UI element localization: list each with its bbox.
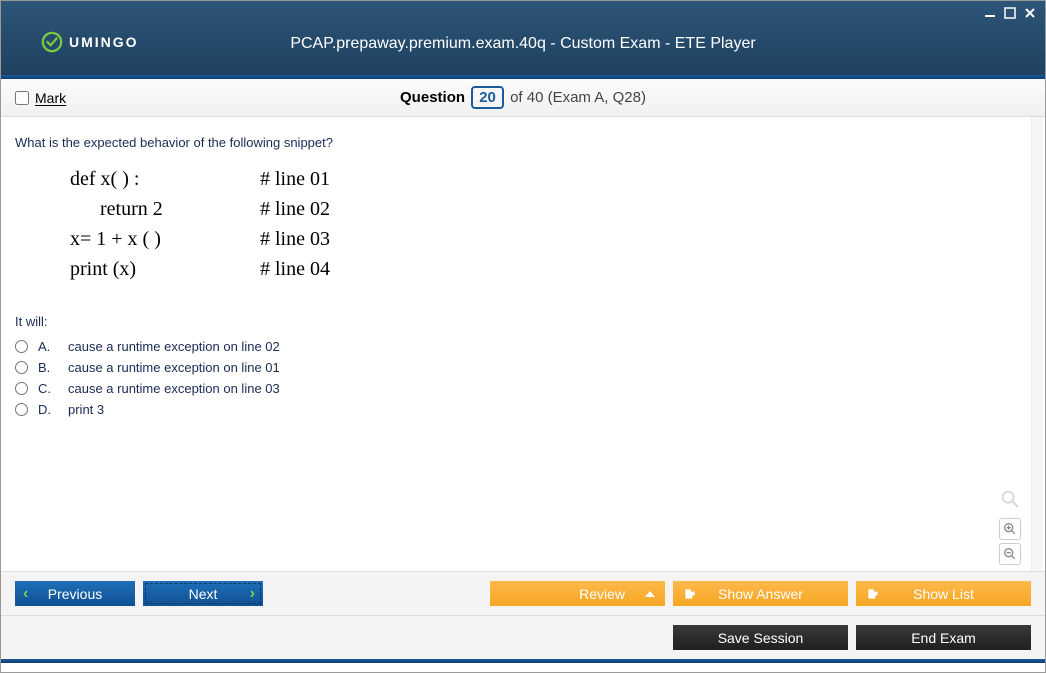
option-a[interactable]: A. cause a runtime exception on line 02 [15, 339, 1031, 354]
option-radio[interactable] [15, 382, 28, 395]
answer-options: A. cause a runtime exception on line 02 … [15, 339, 1031, 417]
show-list-label: Show List [913, 586, 974, 602]
code-line: print (x) [70, 254, 260, 284]
mark-checkbox-input[interactable] [15, 91, 29, 105]
show-list-button[interactable]: Show List [856, 581, 1031, 606]
option-radio[interactable] [15, 361, 28, 374]
it-will-label: It will: [15, 314, 1031, 329]
window-title: PCAP.prepaway.premium.exam.40q - Custom … [1, 35, 1045, 53]
nav-bar: ‹ Previous Next › Review Show Answer Sho… [1, 571, 1045, 615]
code-line: return 2 [70, 194, 260, 224]
show-answer-button[interactable]: Show Answer [673, 581, 848, 606]
mark-checkbox[interactable]: Mark [15, 90, 66, 106]
zoom-in-button[interactable] [999, 518, 1021, 540]
review-button[interactable]: Review [490, 581, 665, 606]
previous-button[interactable]: ‹ Previous [15, 581, 135, 606]
next-button[interactable]: Next › [143, 581, 263, 606]
option-radio[interactable] [15, 403, 28, 416]
question-prompt: What is the expected behavior of the fol… [15, 135, 1031, 150]
previous-label: Previous [48, 586, 102, 602]
title-bar: UMINGO PCAP.prepaway.premium.exam.40q - … [1, 1, 1045, 75]
review-label: Review [579, 586, 625, 602]
option-letter: B. [38, 360, 58, 375]
minimize-icon[interactable] [981, 5, 999, 21]
code-snippet: def x( ) :# line 01 return 2# line 02 x=… [70, 164, 1031, 284]
option-letter: C. [38, 381, 58, 396]
show-answer-label: Show Answer [718, 586, 803, 602]
end-exam-button[interactable]: End Exam [856, 625, 1031, 650]
close-icon[interactable] [1021, 5, 1039, 21]
scrollbar[interactable] [1031, 117, 1043, 571]
question-total: of 40 (Exam A, Q28) [510, 89, 646, 106]
bottom-accent-strip [1, 659, 1045, 663]
option-text: print 3 [68, 402, 104, 417]
zoom-controls [999, 488, 1021, 565]
code-line: x= 1 + x ( ) [70, 224, 260, 254]
option-d[interactable]: D. print 3 [15, 402, 1031, 417]
window-controls [981, 5, 1039, 21]
code-comment: # line 03 [260, 224, 330, 254]
option-b[interactable]: B. cause a runtime exception on line 01 [15, 360, 1031, 375]
save-session-button[interactable]: Save Session [673, 625, 848, 650]
maximize-icon[interactable] [1001, 5, 1019, 21]
next-label: Next [189, 586, 218, 602]
question-bar: Mark Question 20 of 40 (Exam A, Q28) [1, 79, 1045, 117]
option-letter: A. [38, 339, 58, 354]
triangle-up-icon [645, 591, 655, 597]
code-comment: # line 01 [260, 164, 330, 194]
option-letter: D. [38, 402, 58, 417]
question-number-input[interactable]: 20 [471, 86, 504, 109]
zoom-out-button[interactable] [999, 543, 1021, 565]
puzzle-icon [866, 587, 880, 601]
content-area: What is the expected behavior of the fol… [1, 117, 1045, 571]
option-text: cause a runtime exception on line 02 [68, 339, 280, 354]
chevron-right-icon: › [250, 585, 255, 603]
puzzle-icon [683, 587, 697, 601]
option-c[interactable]: C. cause a runtime exception on line 03 [15, 381, 1031, 396]
mark-label: Mark [35, 90, 66, 106]
code-comment: # line 04 [260, 254, 330, 284]
magnifier-icon[interactable] [999, 488, 1021, 513]
code-line: def x( ) : [70, 164, 260, 194]
question-indicator: Question 20 of 40 (Exam A, Q28) [1, 86, 1045, 109]
option-radio[interactable] [15, 340, 28, 353]
chevron-left-icon: ‹ [23, 585, 28, 603]
code-comment: # line 02 [260, 194, 330, 224]
option-text: cause a runtime exception on line 01 [68, 360, 280, 375]
bottom-bar: Save Session End Exam [1, 615, 1045, 659]
option-text: cause a runtime exception on line 03 [68, 381, 280, 396]
question-word: Question [400, 89, 465, 106]
